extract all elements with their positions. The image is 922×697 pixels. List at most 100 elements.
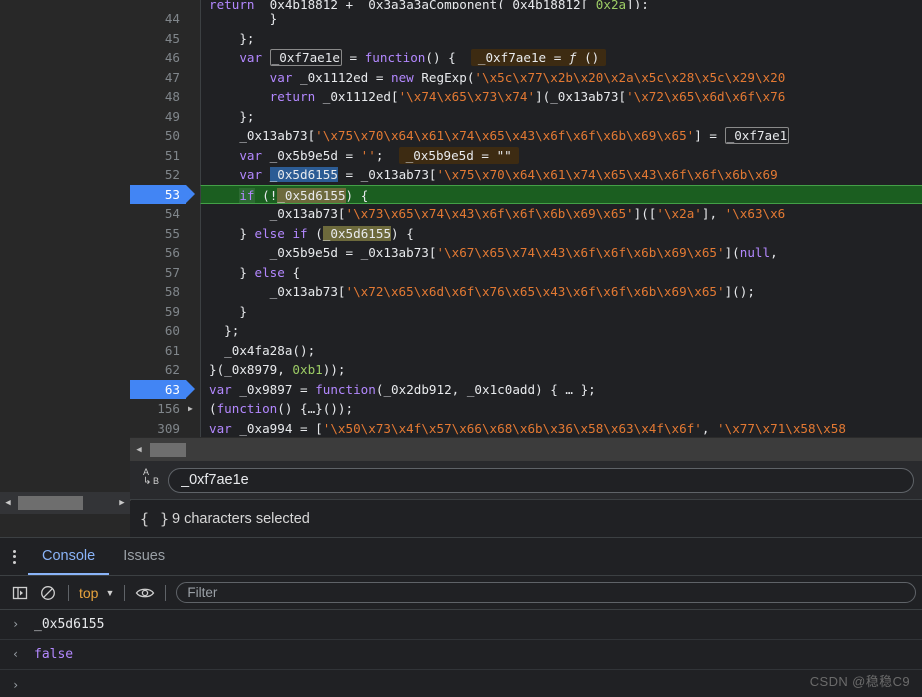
code-line-50[interactable]: 50 _0x13ab73['\x75\x70\x64\x61\x74\x65\x… — [130, 126, 922, 146]
line-number-57[interactable]: 57 — [130, 262, 186, 282]
console-sidebar-toggle-icon[interactable] — [6, 580, 34, 606]
code-text-156[interactable]: (function() {…}()); — [200, 399, 922, 419]
code-text-58[interactable]: _0x13ab73['\x72\x65\x6d\x6f\x76\x65\x43\… — [200, 282, 922, 302]
code-text-46[interactable]: var _0xf7ae1e = function() { _0xf7ae1e =… — [200, 48, 922, 68]
breakpoint-line-number-63[interactable]: 63 — [130, 379, 195, 399]
code-text-59[interactable]: } — [200, 301, 922, 321]
tab-console[interactable]: Console — [28, 538, 110, 575]
line-number-54[interactable]: 54 — [130, 204, 186, 224]
line-number-52[interactable]: 52 — [130, 165, 186, 185]
line-number-61[interactable]: 61 — [130, 340, 186, 360]
line-number-59[interactable]: 59 — [130, 301, 186, 321]
console-message-list[interactable]: › _0x5d6155 ‹ false › — [0, 610, 922, 697]
line-number-309[interactable]: 309 — [130, 418, 186, 437]
line-number-48[interactable]: 48 — [130, 87, 186, 107]
line-number-49[interactable]: 49 — [130, 106, 186, 126]
code-line-53-execution[interactable]: 53 if (!_0x5d6155) { — [130, 184, 922, 204]
console-filter-input[interactable] — [176, 582, 916, 603]
scroll-left-arrow-icon[interactable]: ◀ — [0, 492, 16, 514]
code-line-61[interactable]: 61 _0x4fa28a(); — [130, 340, 922, 360]
line-number-46[interactable]: 46 — [130, 48, 186, 68]
rename-input[interactable] — [168, 467, 914, 493]
code-line-44[interactable]: 44 } — [130, 9, 922, 29]
sidebar-horizontal-scrollbar[interactable]: ◀ ▶ — [0, 492, 130, 514]
code-text-45[interactable]: }; — [200, 28, 922, 48]
code-text-47[interactable]: var _0x1112ed = new RegExp('\x5c\x77\x2b… — [200, 67, 922, 87]
console-output-message[interactable]: ‹ false — [0, 640, 922, 670]
execution-context-label: top — [79, 584, 99, 601]
code-text-51[interactable]: var _0x5b9e5d = ''; _0x5b9e5d = "" — [200, 145, 922, 165]
code-line-text[interactable]: return _0x4b18812 + _0x3a3a3aComponent(_… — [200, 0, 922, 9]
fold-column-50 — [186, 126, 200, 146]
selected-token-55[interactable]: _0x5d6155 — [322, 225, 392, 241]
code-line-55[interactable]: 55 } else if (_0x5d6155) { — [130, 223, 922, 243]
editor-horizontal-scrollbar[interactable]: ◀ — [130, 437, 922, 461]
code-text-54[interactable]: _0x13ab73['\x73\x65\x74\x43\x6f\x6f\x6b\… — [200, 204, 922, 224]
code-line-309[interactable]: 309 var _0xa994 = ['\x50\x73\x4f\x57\x66… — [130, 418, 922, 437]
code-text-63[interactable]: var _0x9897 = function(_0x2db912, _0x1c0… — [200, 379, 922, 399]
code-line-62[interactable]: 62 }(_0x8979, 0xb1)); — [130, 360, 922, 380]
code-text-62[interactable]: }(_0x8979, 0xb1)); — [200, 360, 922, 380]
pretty-print-braces-icon[interactable]: { } — [140, 510, 172, 528]
code-text-44[interactable]: } — [200, 9, 922, 29]
code-line-60[interactable]: 60 }; — [130, 321, 922, 341]
scrollbar-thumb[interactable] — [18, 496, 83, 510]
line-number-gutter[interactable] — [130, 0, 186, 9]
line-number-44[interactable]: 44 — [130, 9, 186, 29]
code-line-58[interactable]: 58 _0x13ab73['\x72\x65\x6d\x6f\x76\x65\x… — [130, 282, 922, 302]
breakpoint-line-number-53[interactable]: 53 — [130, 184, 195, 204]
execution-context-selector[interactable]: top ▼ — [75, 585, 118, 601]
code-line-46[interactable]: 46 var _0xf7ae1e = function() { _0xf7ae1… — [130, 48, 922, 68]
code-line-48[interactable]: 48 return _0x1112ed['\x74\x65\x73\x74'](… — [130, 87, 922, 107]
code-text-52[interactable]: var _0x5d6155 = _0x13ab73['\x75\x70\x64\… — [200, 165, 922, 185]
code-text-50[interactable]: _0x13ab73['\x75\x70\x64\x61\x74\x65\x43\… — [200, 126, 922, 146]
console-prompt[interactable]: › — [0, 670, 922, 697]
code-text-309[interactable]: var _0xa994 = ['\x50\x73\x4f\x57\x66\x68… — [200, 418, 922, 437]
code-line-52[interactable]: 52 var _0x5d6155 = _0x13ab73['\x75\x70\x… — [130, 165, 922, 185]
line-number-51[interactable]: 51 — [130, 145, 186, 165]
line-number-56[interactable]: 56 — [130, 243, 186, 263]
code-line-45[interactable]: 45 }; — [130, 28, 922, 48]
fold-column-60 — [186, 321, 200, 341]
code-text-48[interactable]: return _0x1112ed['\x74\x65\x73\x74'](_0x… — [200, 87, 922, 107]
code-line-51[interactable]: 51 var _0x5b9e5d = ''; _0x5b9e5d = "" — [130, 145, 922, 165]
eye-icon[interactable] — [131, 580, 159, 606]
scroll-right-arrow-icon[interactable]: ▶ — [114, 492, 130, 514]
line-number-45[interactable]: 45 — [130, 28, 186, 48]
line-number-58[interactable]: 58 — [130, 282, 186, 302]
code-line-57[interactable]: 57 } else { — [130, 262, 922, 282]
line-number-62[interactable]: 62 — [130, 360, 186, 380]
line-number-156[interactable]: 156 — [130, 399, 186, 419]
code-text-60[interactable]: }; — [200, 321, 922, 341]
code-line-59[interactable]: 59 } — [130, 301, 922, 321]
line-number-60[interactable]: 60 — [130, 321, 186, 341]
code-text-55[interactable]: } else if (_0x5d6155) { — [200, 223, 922, 243]
line-number-47[interactable]: 47 — [130, 67, 186, 87]
selected-token[interactable]: _0x5d6155 — [269, 167, 338, 182]
code-text-49[interactable]: }; — [200, 106, 922, 126]
console-input-message[interactable]: › _0x5d6155 — [0, 610, 922, 640]
line-number-50[interactable]: 50 — [130, 126, 186, 146]
editor-scroll-left-arrow-icon[interactable]: ◀ — [130, 438, 148, 461]
code-line-54[interactable]: 54 _0x13ab73['\x73\x65\x74\x43\x6f\x6f\x… — [130, 204, 922, 224]
fold-column-56 — [186, 243, 200, 263]
code-line-156[interactable]: 156 (function() {…}()); — [130, 399, 922, 419]
tab-issues[interactable]: Issues — [109, 538, 179, 575]
line-number-55[interactable]: 55 — [130, 223, 186, 243]
drawer-more-options-icon[interactable] — [0, 538, 28, 575]
code-editor[interactable]: return _0x4b18812 + _0x3a3a3aComponent(_… — [130, 0, 922, 437]
code-text-53[interactable]: if (!_0x5d6155) { — [200, 184, 922, 204]
sources-navigator-sidebar[interactable]: ◀ ▶ — [0, 0, 131, 537]
clear-console-icon[interactable] — [34, 580, 62, 606]
code-line-49[interactable]: 49 }; — [130, 106, 922, 126]
code-line-47[interactable]: 47 var _0x1112ed = new RegExp('\x5c\x77\… — [130, 67, 922, 87]
editor-scrollbar-thumb[interactable] — [150, 442, 186, 457]
fold-arrow-icon-156[interactable] — [186, 399, 200, 419]
code-line-56[interactable]: 56 _0x5b9e5d = _0x13ab73['\x67\x65\x74\x… — [130, 243, 922, 263]
renamed-identifier-highlight[interactable]: _0xf7ae1e — [269, 49, 342, 66]
code-text-56[interactable]: _0x5b9e5d = _0x13ab73['\x67\x65\x74\x43\… — [200, 243, 922, 263]
code-text-61[interactable]: _0x4fa28a(); — [200, 340, 922, 360]
code-text-57[interactable]: } else { — [200, 262, 922, 282]
selected-token-53[interactable]: _0x5d6155 — [277, 187, 346, 203]
code-line-63[interactable]: 63 var _0x9897 = function(_0x2db912, _0x… — [130, 379, 922, 399]
